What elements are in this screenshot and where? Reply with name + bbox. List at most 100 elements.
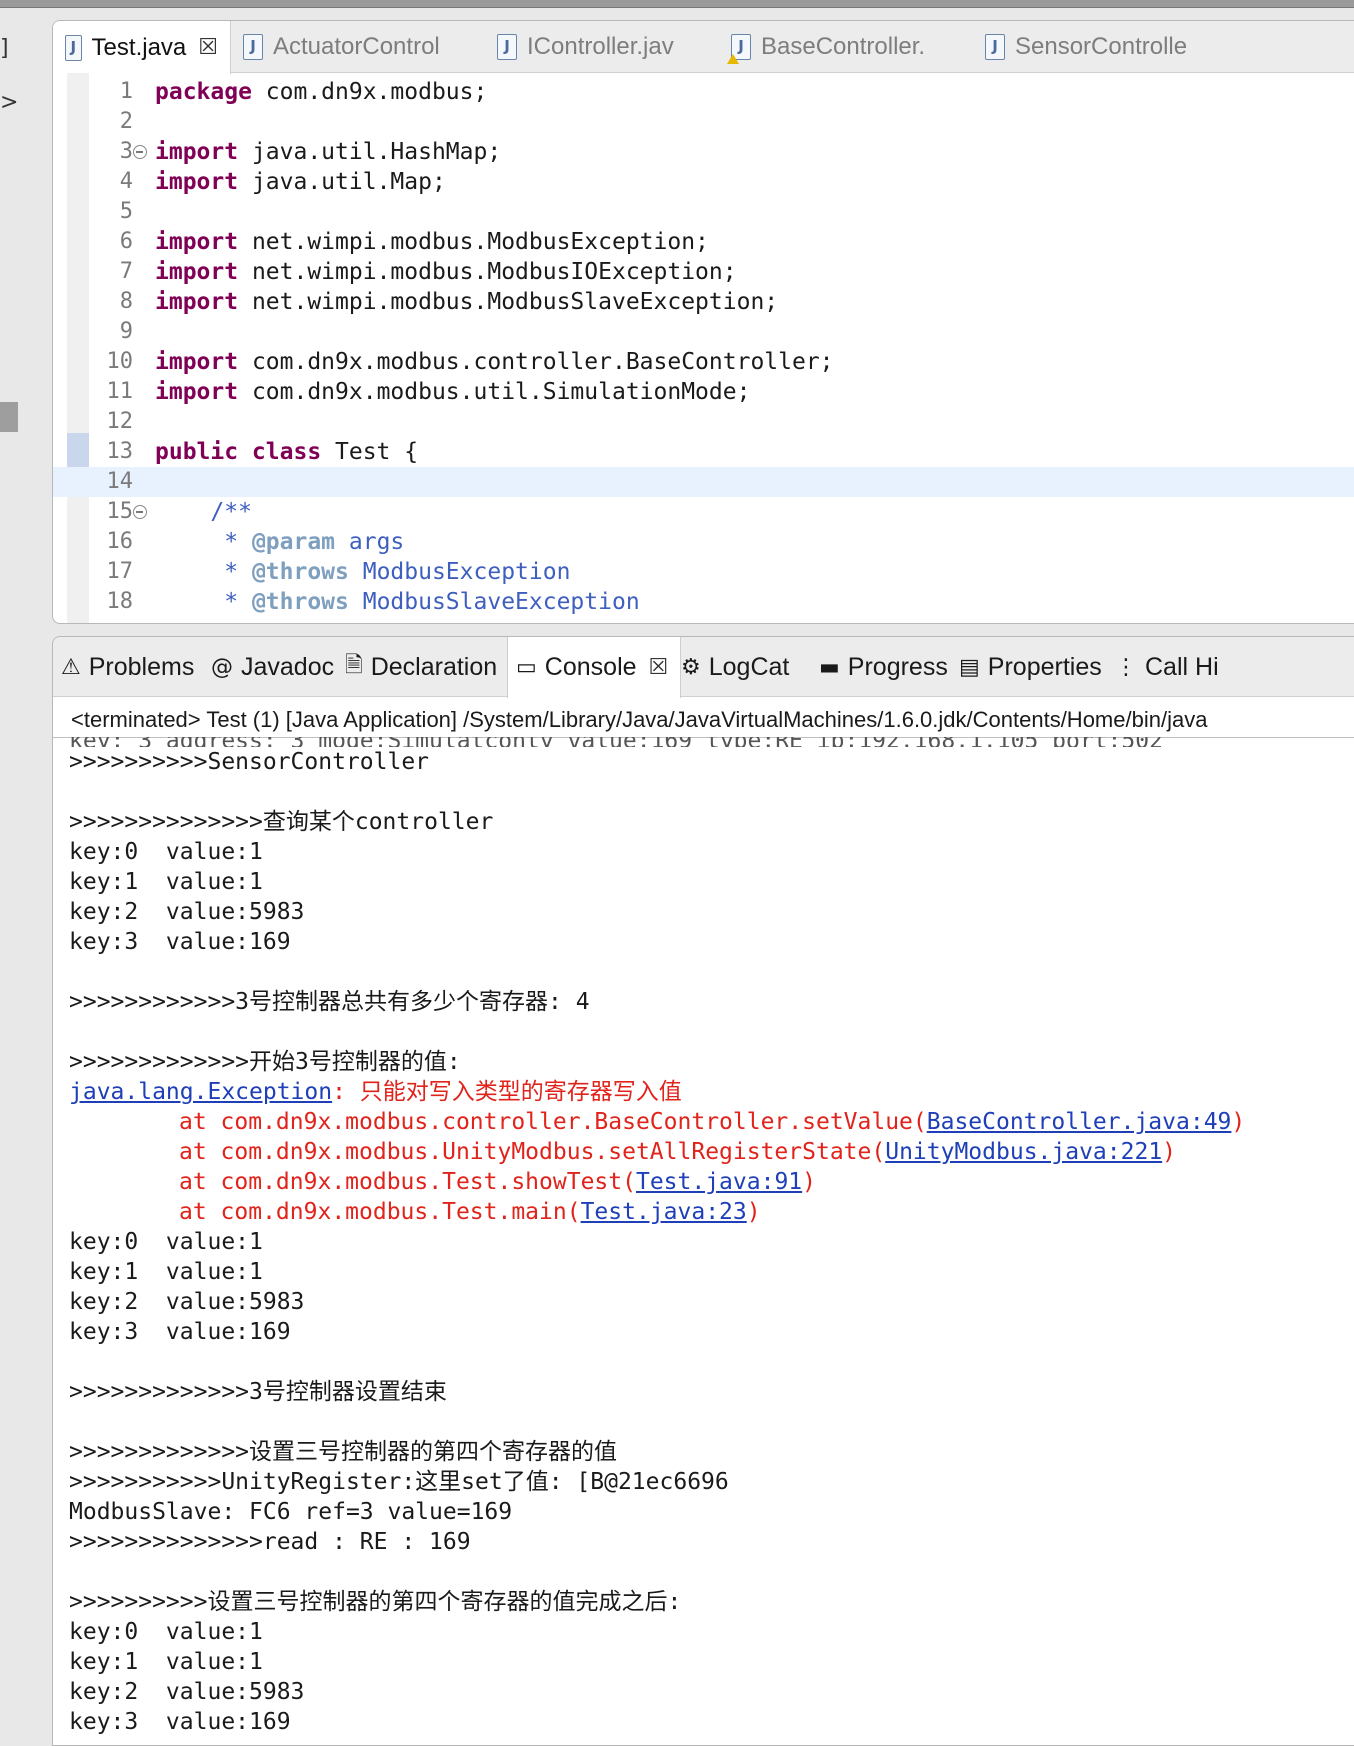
code-line[interactable]: 9	[53, 317, 1354, 347]
code-text: * @throws ModbusException	[155, 557, 570, 587]
console-line: key:0 value:1	[69, 1619, 263, 1645]
tab-progress[interactable]: ▬ Progress	[819, 637, 948, 697]
line-number: 16	[106, 529, 134, 554]
keyword: import	[155, 289, 239, 315]
tab-test-java[interactable]: J Test.java ☒	[53, 21, 231, 74]
tab-properties[interactable]: ▤ Properties	[959, 637, 1102, 697]
code-token: net.wimpi.modbus.ModbusSlaveException;	[238, 289, 779, 315]
logcat-icon: ⚙	[681, 654, 701, 680]
code-token: com.dn9x.modbus.util.SimulationMode;	[238, 379, 751, 405]
code-line[interactable]: 17 * @throws ModbusException	[53, 557, 1354, 587]
code-line[interactable]: 2	[53, 107, 1354, 137]
tab-label: Console	[544, 653, 637, 681]
code-line[interactable]: 8 import net.wimpi.modbus.ModbusSlaveExce…	[53, 287, 1354, 317]
line-number: 15	[106, 499, 134, 524]
window-top-border	[0, 0, 1354, 8]
code-line[interactable]: 16 * @param args	[53, 527, 1354, 557]
code-line[interactable]: 5	[53, 197, 1354, 227]
javadoc-text: args	[335, 529, 405, 555]
close-tab-icon[interactable]: ☒	[198, 35, 218, 60]
code-text: import java.util.Map;	[155, 167, 446, 197]
console-line: key:2 value:5983	[69, 1679, 305, 1705]
code-line[interactable]: 13 public class Test {	[53, 437, 1354, 467]
keyword: import	[155, 169, 239, 195]
code-token: java.util.Map;	[238, 169, 446, 195]
console-output[interactable]: key: 3 address: 3 mode:Simulatconty valu…	[69, 737, 1354, 1745]
javadoc-tag: @throws	[251, 559, 349, 585]
console-line: java.lang.Exception: 只能对写入类型的寄存器写入值	[69, 1077, 1354, 1107]
tree-expand-icon[interactable]: >	[0, 90, 18, 115]
source-link[interactable]: UnityModbus.java:221	[885, 1139, 1162, 1165]
javadoc-comment: *	[155, 559, 252, 585]
code-area[interactable]: 1 package com.dn9x.modbus; 2 3 import java.u…	[53, 77, 1354, 617]
code-line[interactable]: 4 import java.util.Map;	[53, 167, 1354, 197]
console-icon: ▭	[516, 655, 537, 680]
code-line[interactable]: 6 import net.wimpi.modbus.ModbusException…	[53, 227, 1354, 257]
tree-node-icon[interactable]: ]	[0, 36, 9, 61]
close-tab-icon[interactable]: ☒	[649, 655, 669, 680]
stack-frame: at com.dn9x.modbus.Test.showTest(	[179, 1169, 636, 1195]
console-line: >>>>>>>>>>>>>设置三号控制器的第四个寄存器的值	[69, 1439, 618, 1465]
tab-javadoc[interactable]: @ Javadoc	[211, 637, 334, 697]
console-line: >>>>>>>>>>设置三号控制器的第四个寄存器的值完成之后:	[69, 1589, 682, 1615]
code-line[interactable]: 10 import com.dn9x.modbus.controller.Base…	[53, 347, 1354, 377]
line-number: 5	[119, 199, 133, 224]
code-line[interactable]: 18 * @throws ModbusSlaveException	[53, 587, 1354, 617]
code-text: * @param args	[155, 527, 404, 557]
code-token: java.util.HashMap;	[238, 139, 502, 165]
tab-declaration[interactable]: 🗎 Declaration	[345, 637, 497, 697]
code-line[interactable]: 15 /**	[53, 497, 1354, 527]
code-text: * @throws ModbusSlaveException	[155, 587, 639, 617]
console-line: at com.dn9x.modbus.Test.main(Test.java:2…	[69, 1197, 1354, 1227]
code-line[interactable]: 7 import net.wimpi.modbus.ModbusIOExcepti…	[53, 257, 1354, 287]
console-line: >>>>>>>>>>>>3号控制器总共有多少个寄存器: 4	[69, 989, 590, 1015]
stack-frame-end: )	[746, 1199, 761, 1225]
tab-logcat[interactable]: ⚙ LogCat	[681, 637, 789, 697]
line-number: 10	[106, 349, 134, 374]
code-line[interactable]: 12	[53, 407, 1354, 437]
source-link[interactable]: BaseController.java:49	[927, 1109, 1232, 1135]
source-link[interactable]: Test.java:91	[636, 1169, 802, 1195]
tab-actuator-control[interactable]: J ActuatorControl	[231, 21, 440, 73]
keyword: package	[155, 79, 252, 105]
console-line: key:3 value:169	[69, 1709, 291, 1735]
code-line[interactable]: 14	[53, 467, 1354, 497]
selected-tree-item[interactable]	[0, 402, 18, 432]
tab-call-hi[interactable]: ⋮ Call Hi	[1115, 637, 1219, 697]
fold-toggle-icon[interactable]	[133, 145, 147, 159]
code-line[interactable]: 11 import com.dn9x.modbus.util.Simulation…	[53, 377, 1354, 407]
tab-label: IController.jav	[527, 33, 674, 60]
java-editor: J Test.java ☒ J ActuatorControl J IContr…	[52, 20, 1354, 624]
keyword: import	[155, 139, 239, 165]
fold-toggle-icon[interactable]	[133, 505, 147, 519]
stack-frame-end: )	[1231, 1109, 1246, 1135]
console-status: <terminated> Test (1) [Java Application]…	[71, 707, 1208, 732]
line-number: 7	[119, 259, 133, 284]
line-number: 13	[106, 439, 134, 464]
tab-base-controller[interactable]: J BaseController.	[719, 21, 925, 73]
tab-console[interactable]: ▭ Console ☒	[507, 637, 682, 698]
code-line[interactable]: 1 package com.dn9x.modbus;	[53, 77, 1354, 107]
line-number: 14	[106, 469, 134, 494]
tab-label: ActuatorControl	[273, 33, 440, 60]
line-number: 3	[119, 139, 133, 164]
tab-sensor-controller[interactable]: J SensorControlle	[973, 21, 1187, 73]
code-text: public class Test {	[155, 437, 418, 467]
console-line: >>>>>>>>>>>>>开始3号控制器的值:	[69, 1049, 461, 1075]
tab-icontroller[interactable]: J IController.jav	[485, 21, 674, 73]
line-number: 6	[119, 229, 133, 254]
console-line: >>>>>>>>>>SensorController	[69, 749, 430, 775]
code-line[interactable]: 3 import java.util.HashMap;	[53, 137, 1354, 167]
java-file-warning-icon: J	[727, 34, 751, 64]
source-link[interactable]: Test.java:23	[581, 1199, 747, 1225]
console-line: at com.dn9x.modbus.controller.BaseContro…	[69, 1107, 1354, 1137]
code-text: package com.dn9x.modbus;	[155, 77, 487, 107]
tab-problems[interactable]: ⚠ Problems	[61, 637, 194, 697]
exception-link[interactable]: java.lang.Exception	[69, 1079, 332, 1105]
tab-label: Progress	[847, 652, 948, 681]
javadoc-tag: @param	[251, 529, 336, 555]
line-number: 4	[119, 169, 133, 194]
